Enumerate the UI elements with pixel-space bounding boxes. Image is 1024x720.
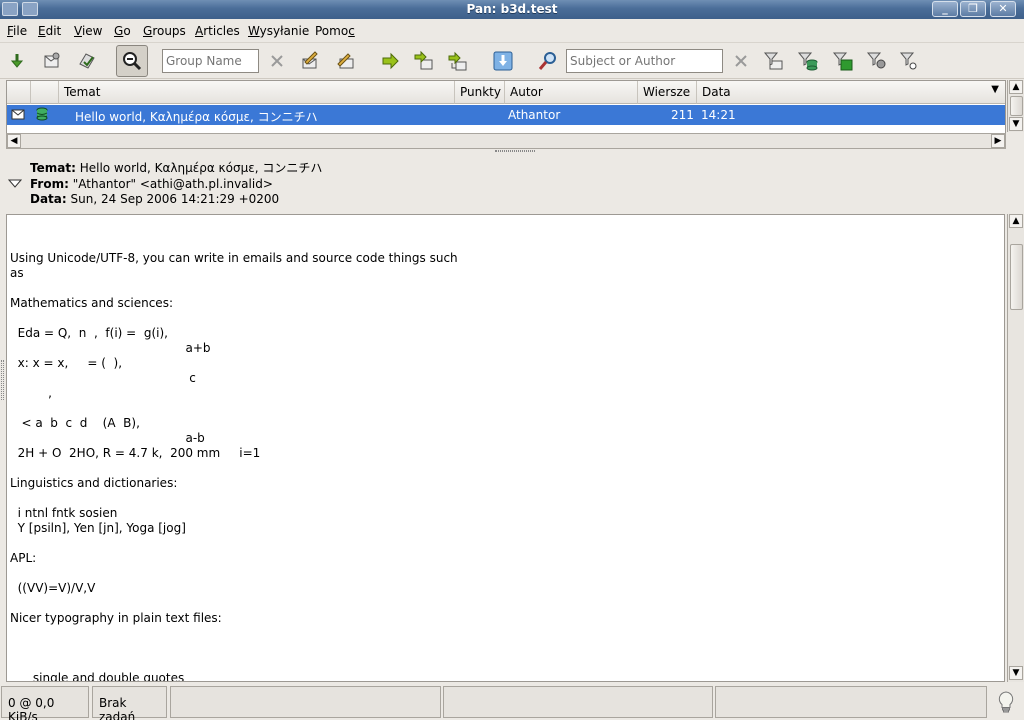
scroll-down-icon[interactable]: ▼ (1009, 117, 1023, 131)
filter-unread-icon[interactable] (763, 50, 785, 72)
row-subject: Hello world, Καλημέρα κόσμε, コンニチハ (75, 110, 318, 124)
menu-bar: File Edit View Go Groups Articles Wysyła… (0, 19, 1024, 43)
filter-cached-icon[interactable] (797, 50, 819, 72)
scroll-thumb[interactable] (1010, 96, 1023, 116)
maximize-button[interactable]: ❐ (960, 1, 986, 17)
side-splitter[interactable] (1, 360, 4, 400)
column-score[interactable]: Punkty (455, 81, 505, 104)
subject-author-filter-input[interactable] (566, 49, 723, 73)
menu-file[interactable]: File (7, 24, 27, 38)
scroll-down-icon[interactable]: ▼ (1009, 666, 1023, 680)
column-lines[interactable]: Wiersze (638, 81, 697, 104)
window-titlebar: Pan: b3d.test _ ❐ ✕ (0, 0, 1024, 19)
compose-article-icon[interactable] (299, 50, 321, 72)
filter-mine-icon[interactable] (899, 50, 921, 72)
download-selected-icon[interactable] (492, 50, 514, 72)
subject-label: Temat: (30, 161, 76, 175)
scroll-left-icon[interactable]: ◀ (7, 134, 21, 148)
collapse-header-icon[interactable] (7, 178, 23, 192)
column-date[interactable]: Data ▼ (697, 81, 1005, 104)
menu-view[interactable]: View (74, 24, 102, 38)
row-author: Athantor (508, 108, 561, 122)
next-thread-icon[interactable] (447, 50, 469, 72)
column-status[interactable] (7, 81, 31, 104)
filter-complete-icon[interactable] (832, 50, 854, 72)
task-status[interactable]: Brak zadań (92, 686, 167, 720)
date-label: Data: (30, 192, 67, 206)
transfer-status: 0 @ 0,0 KiB/s (1, 686, 89, 720)
scroll-thumb[interactable] (1010, 244, 1023, 310)
header-list-hscrollbar[interactable]: ◀ ▶ (6, 133, 1006, 149)
menu-articles[interactable]: Articles (195, 24, 240, 38)
from-label: From: (30, 177, 69, 191)
article-from: "Athantor" <athi@ath.pl.invalid> (72, 177, 273, 191)
followup-icon[interactable] (334, 50, 356, 72)
next-unread-article-icon[interactable] (413, 50, 435, 72)
minimize-button[interactable]: _ (932, 1, 958, 17)
article-date: Sun, 24 Sep 2006 14:21:29 +0200 (70, 192, 280, 206)
column-subject[interactable]: Temat (59, 81, 455, 104)
get-new-headers-icon[interactable] (6, 50, 28, 72)
clear-group-filter-icon[interactable] (266, 50, 288, 72)
status-field-2 (443, 686, 713, 718)
article-body: Using Unicode/UTF-8, you can write in em… (10, 251, 458, 682)
envelope-icon (11, 107, 25, 124)
read-group-icon[interactable] (41, 50, 63, 72)
article-header: Temat: Hello world, Καλημέρα κόσμε, コンニチ… (0, 152, 1024, 212)
next-unread-icon[interactable] (379, 50, 401, 72)
menu-edit[interactable]: Edit (38, 24, 61, 38)
scroll-up-icon[interactable]: ▲ (1009, 214, 1023, 228)
mark-read-icon[interactable] (76, 50, 98, 72)
menu-go[interactable]: Go (114, 24, 131, 38)
search-icon[interactable] (537, 50, 559, 72)
column-cache[interactable] (31, 81, 59, 104)
scroll-up-icon[interactable]: ▲ (1009, 80, 1023, 94)
scroll-right-icon[interactable]: ▶ (991, 134, 1005, 148)
lightbulb-icon[interactable] (996, 690, 1016, 717)
status-field-3 (715, 686, 987, 718)
column-menu-icon[interactable]: ▼ (991, 84, 999, 95)
column-author[interactable]: Autor (505, 81, 638, 104)
menu-wysylanie[interactable]: Wysyłanie (248, 24, 309, 38)
clear-header-filter-icon[interactable] (730, 50, 752, 72)
header-list-vscrollbar[interactable]: ▲ ▼ (1007, 80, 1024, 132)
status-bar: 0 @ 0,0 KiB/s Brak zadań (0, 684, 1024, 720)
close-button[interactable]: ✕ (990, 1, 1016, 17)
article-vscrollbar[interactable]: ▲ ▼ (1007, 214, 1024, 682)
article-body-pane[interactable]: Using Unicode/UTF-8, you can write in em… (6, 214, 1005, 682)
filter-watched-icon[interactable] (866, 50, 888, 72)
zoom-toggle-icon[interactable] (116, 45, 148, 77)
row-lines: 211 (671, 108, 694, 122)
article-subject: Hello world, Καλημέρα κόσμε, コンニチハ (79, 161, 323, 175)
table-row[interactable]: Hello world, Καλημέρα κόσμε, コンニチハ Athan… (7, 105, 1005, 125)
group-name-filter-input[interactable] (162, 49, 259, 73)
status-field-1 (170, 686, 441, 718)
menu-pomoc[interactable]: Pomoc (315, 24, 355, 38)
toolbar (0, 43, 1024, 79)
row-date: 14:21 (701, 108, 736, 122)
window-title: Pan: b3d.test (466, 2, 558, 16)
menu-groups[interactable]: Groups (143, 24, 186, 38)
cached-article-icon (35, 107, 49, 124)
